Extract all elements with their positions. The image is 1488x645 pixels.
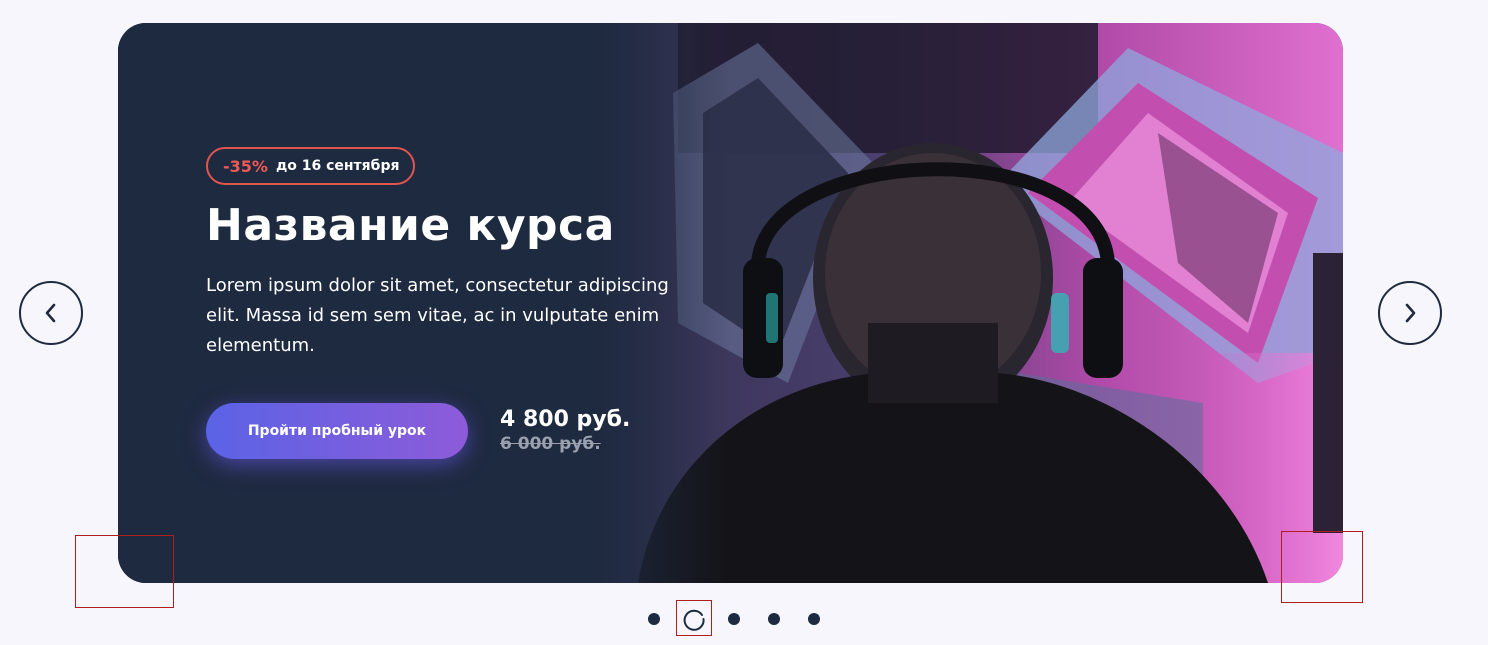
prev-slide-button[interactable]: [19, 281, 83, 345]
pagination-dot-3[interactable]: [714, 603, 754, 635]
discount-value: -35%: [223, 156, 268, 176]
dot-marker: [648, 613, 660, 625]
chevron-left-icon: [45, 303, 56, 323]
promo-slide: -35% до 16 сентября Название курса Lorem…: [118, 23, 1343, 583]
price-current: 4 800 руб.: [500, 407, 631, 432]
dot-marker: [728, 613, 740, 625]
dot-marker: [808, 613, 820, 625]
next-slide-button[interactable]: [1378, 281, 1442, 345]
page: -35% до 16 сентября Название курса Lorem…: [0, 0, 1488, 645]
price-block: 4 800 руб. 6 000 руб.: [500, 407, 630, 455]
course-description: Lorem ipsum dolor sit amet, consectetur …: [206, 275, 669, 356]
dot-marker: [768, 613, 780, 625]
spinner-icon: [683, 609, 705, 631]
trial-lesson-button[interactable]: Пройти пробный урок: [206, 403, 468, 459]
discount-deadline: до 16 сентября: [275, 158, 400, 174]
pagination-dot-4[interactable]: [754, 603, 794, 635]
discount-badge: -35% до 16 сентября: [206, 147, 416, 185]
chevron-right-icon: [1405, 303, 1416, 323]
slide-text-block: -35% до 16 сентября Название курса Lorem…: [206, 147, 726, 361]
cta-row: Пройти пробный урок 4 800 руб. 6 000 руб…: [206, 403, 630, 459]
price-old: 6 000 руб.: [500, 434, 601, 454]
slide-pagination: [634, 603, 834, 635]
pagination-dot-5[interactable]: [794, 603, 834, 635]
pagination-dot-2-active[interactable]: [674, 603, 714, 635]
course-title: Название курса: [206, 200, 615, 251]
pagination-dot-1[interactable]: [634, 603, 674, 635]
